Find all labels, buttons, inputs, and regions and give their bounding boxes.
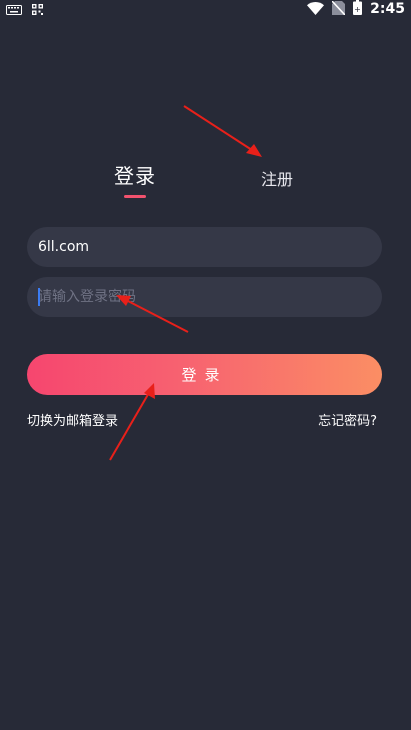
text-caret [38, 288, 40, 306]
status-bar: + 2:45 [0, 0, 411, 18]
account-input[interactable] [38, 227, 371, 267]
account-field[interactable] [27, 227, 382, 267]
status-left [6, 0, 43, 19]
password-input[interactable] [38, 277, 371, 317]
wifi-icon [307, 0, 325, 19]
no-sim-icon [331, 0, 346, 19]
tab-active-indicator [124, 195, 146, 198]
login-button[interactable]: 登录 [27, 354, 382, 395]
arrow-to-register-icon [183, 105, 262, 157]
tab-login[interactable]: 登录 [113, 160, 157, 198]
forgot-password-link[interactable]: 忘记密码? [318, 410, 377, 429]
login-screen: + 2:45 登录 注册 登录 切换为邮箱登录 忘记密码? [0, 0, 411, 730]
tab-register-label: 注册 [261, 170, 294, 189]
keyboard-icon [6, 0, 22, 19]
tab-login-label: 登录 [114, 164, 156, 188]
auth-tabs: 登录 注册 [0, 160, 411, 204]
status-right: + 2:45 [307, 0, 405, 19]
tab-register[interactable]: 注册 [261, 166, 293, 190]
password-field[interactable] [27, 277, 382, 317]
svg-text:+: + [354, 5, 361, 14]
battery-icon: + [353, 0, 363, 19]
status-time: 2:45 [370, 1, 405, 17]
qr-icon [32, 0, 43, 19]
switch-email-login-link[interactable]: 切换为邮箱登录 [27, 410, 118, 429]
